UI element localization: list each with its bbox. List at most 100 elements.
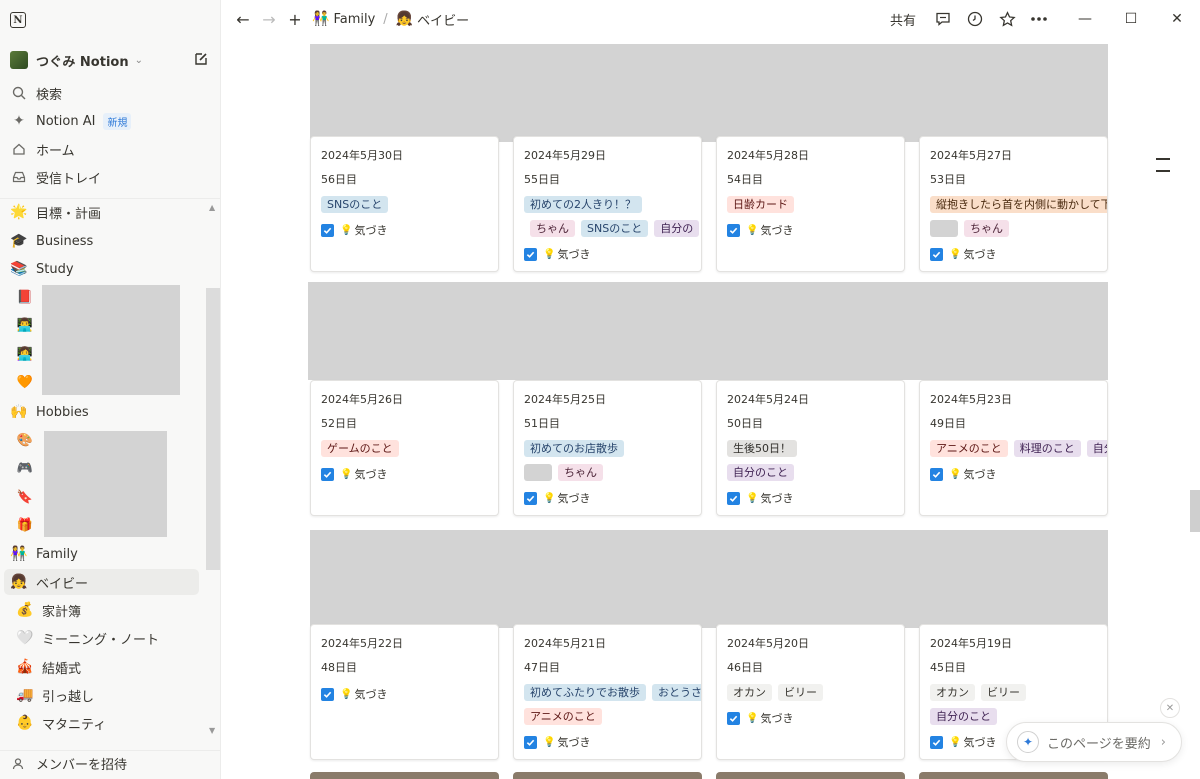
notion-logo-icon[interactable]: N	[10, 12, 26, 28]
checkbox-checked-icon[interactable]	[524, 491, 537, 505]
clock-icon[interactable]	[964, 8, 986, 30]
sidebar-scrollbar[interactable]	[206, 288, 220, 570]
gallery-card[interactable]: 2024年5月30日 56日目 SNSのこと 💡 気づき	[310, 136, 499, 272]
new-tab-plus-icon[interactable]: +	[284, 8, 306, 30]
sidebar-item-maternity[interactable]: 👶 マタニティ	[0, 710, 221, 736]
checkbox-checked-icon[interactable]	[321, 687, 334, 701]
checkbox-checked-icon[interactable]	[727, 223, 740, 237]
insight-checkbox-row[interactable]: 💡 気づき	[321, 220, 488, 240]
workspace-switcher[interactable]: つぐみ Notion ⌄	[0, 48, 221, 72]
insight-checkbox-row[interactable]: 💡 気づき	[524, 732, 691, 752]
breadcrumb-parent[interactable]: Family	[333, 12, 375, 27]
comment-icon[interactable]	[932, 8, 954, 30]
sidebar-item-study[interactable]: 📚 Study	[0, 256, 221, 282]
tag: SNSのこと	[321, 196, 389, 213]
back-arrow-icon[interactable]: ←	[232, 8, 254, 30]
gallery-card[interactable]: 2024年5月20日 46日目 オカン ビリー 💡 気づき	[716, 624, 905, 760]
share-button[interactable]: 共有	[890, 10, 916, 29]
gallery-card[interactable]: 2024年5月24日 50日目 生後50日！ 自分のこと 💡 気づき	[716, 380, 905, 516]
summarize-label: このページを要約	[1047, 736, 1151, 752]
insight-checkbox-row[interactable]: 💡 気づき	[727, 488, 894, 508]
insight-checkbox-row[interactable]: 💡 気づき	[930, 464, 1097, 484]
next-card-cover[interactable]	[513, 772, 702, 779]
game-controller-icon[interactable]: 🎮	[16, 459, 34, 477]
new-page-icon[interactable]	[193, 51, 209, 67]
insight-checkbox-row[interactable]: 💡 気づき	[321, 464, 488, 484]
orange-heart-icon[interactable]: 🧡	[16, 373, 34, 391]
sidebar-item-search[interactable]: 検索	[0, 80, 221, 106]
checkbox-checked-icon[interactable]	[321, 223, 334, 237]
sidebar-item-inbox[interactable]: 受信トレイ	[0, 164, 221, 190]
breadcrumb-current[interactable]: ベイビー	[417, 10, 469, 29]
close-window-icon[interactable]: ✕	[1154, 0, 1200, 38]
red-book-icon[interactable]: 📕	[16, 288, 34, 306]
breadcrumb-separator: /	[383, 11, 388, 27]
next-card-cover[interactable]	[716, 772, 905, 779]
checkbox-checked-icon[interactable]	[930, 467, 943, 481]
checkbox-checked-icon[interactable]	[727, 491, 740, 505]
gallery-card[interactable]: 2024年5月21日 47日目初めてふたりでお散歩おとうさんアニメのこと 💡気づき	[513, 624, 702, 760]
technologist-icon[interactable]: 👨‍💻	[16, 316, 34, 334]
more-options-icon[interactable]	[1028, 8, 1050, 30]
sidebar-item-family[interactable]: 👫 Family	[0, 541, 221, 567]
star-icon[interactable]	[996, 8, 1018, 30]
couple-icon: 👫	[10, 546, 28, 562]
checkbox-checked-icon[interactable]	[930, 247, 943, 261]
page-scrollbar[interactable]	[1190, 490, 1200, 532]
checkbox-checked-icon[interactable]	[321, 467, 334, 481]
sidebar-item-baby[interactable]: 👧 ベイビー	[4, 569, 199, 595]
gallery-card[interactable]: 2024年5月27日 53日目 縦抱きしたら首を内側に動かして下 ちゃん 💡 気づき	[919, 136, 1108, 272]
bookmark-icon[interactable]: 🔖	[16, 488, 34, 506]
next-card-cover[interactable]	[919, 772, 1108, 779]
gallery-card[interactable]: 2024年5月28日 54日目 日齢カード 💡 気づき	[716, 136, 905, 272]
tag: オカン	[930, 684, 975, 701]
scroll-up-arrow-icon[interactable]: ▲	[209, 203, 215, 212]
palette-icon[interactable]: 🎨	[16, 431, 34, 449]
table-of-contents-marks[interactable]	[1156, 158, 1172, 182]
insight-checkbox-row[interactable]: 💡 気づき	[321, 684, 488, 704]
minimize-window-icon[interactable]: —	[1062, 0, 1108, 38]
maximize-window-icon[interactable]: ☐	[1108, 0, 1154, 38]
insight-checkbox-row[interactable]: 💡 気づき	[524, 488, 691, 508]
forward-arrow-icon[interactable]: →	[258, 8, 280, 30]
invite-members-button[interactable]: メンバーを招待	[0, 750, 221, 776]
sidebar-item-label: マタニティ	[42, 717, 107, 733]
insight-checkbox-row[interactable]: 💡 気づき	[524, 244, 691, 264]
gallery-card[interactable]: 2024年5月29日 55日目 初めての2人きり！？ ちゃん SNSのこと 自分の 💡 気づき	[513, 136, 702, 272]
sidebar-item-label: 検索	[36, 87, 63, 103]
gallery-card[interactable]: 2024年5月22日 48日目 💡 気づき	[310, 624, 499, 760]
tag: SNSのこと	[581, 220, 649, 237]
summarize-page-button[interactable]: ✦ このページを要約 ›	[1006, 722, 1182, 762]
sidebar-item-meaning-note[interactable]: 🤍 ミーニング・ノート	[0, 625, 221, 651]
sidebar-item-business[interactable]: 🎓 Business	[0, 228, 221, 254]
sidebar-item-notion-ai[interactable]: ✦ Notion AI 新規	[0, 108, 221, 134]
sidebar-item-label: ミーニング・ノート	[42, 632, 160, 648]
insight-checkbox-row[interactable]: 💡 気づき	[930, 244, 1097, 264]
gallery-card[interactable]: 2024年5月26日 52日目 ゲームのこと 💡 気づき	[310, 380, 499, 516]
sidebar-item-goals[interactable]: 🌟 目標・計画	[0, 199, 221, 225]
checkbox-checked-icon[interactable]	[727, 711, 740, 725]
gallery-card[interactable]: 2024年5月25日 51日目 初めてのお店散歩 ちゃん 💡 気づき	[513, 380, 702, 516]
workspace-name: つぐみ Notion	[36, 54, 129, 70]
next-card-cover[interactable]	[310, 772, 499, 779]
sidebar-item-moving[interactable]: 🚚 引っ越し	[0, 682, 221, 708]
sidebar-item-wedding[interactable]: 🎪 結婚式	[0, 654, 221, 680]
card-tags: ちゃん	[524, 464, 691, 488]
checkbox-label: 気づき	[963, 468, 997, 481]
technologist-woman-icon[interactable]: 👩‍💻	[16, 345, 34, 363]
sidebar-item-home[interactable]: ホーム	[0, 136, 221, 162]
checkbox-checked-icon[interactable]	[524, 247, 537, 261]
tag: 自分のこと	[930, 708, 997, 725]
gift-icon[interactable]: 🎁	[16, 516, 34, 534]
sidebar-item-budget[interactable]: 💰 家計簿	[0, 597, 221, 623]
checkbox-checked-icon[interactable]	[524, 735, 537, 749]
sidebar-item-label: 結婚式	[42, 661, 82, 677]
insight-checkbox-row[interactable]: 💡 気づき	[727, 220, 894, 240]
gallery-card[interactable]: 2024年5月23日49日目アニメのこと料理のこと自分💡気づき	[919, 380, 1108, 516]
checkbox-checked-icon[interactable]	[930, 735, 943, 749]
sidebar-item-hobbies[interactable]: 🙌 Hobbies	[0, 399, 221, 425]
scroll-down-arrow-icon[interactable]: ▼	[209, 726, 215, 735]
insight-checkbox-row[interactable]: 💡 気づき	[727, 708, 894, 728]
close-summary-icon[interactable]: ✕	[1160, 698, 1180, 718]
lightbulb-icon: 💡	[949, 736, 962, 748]
